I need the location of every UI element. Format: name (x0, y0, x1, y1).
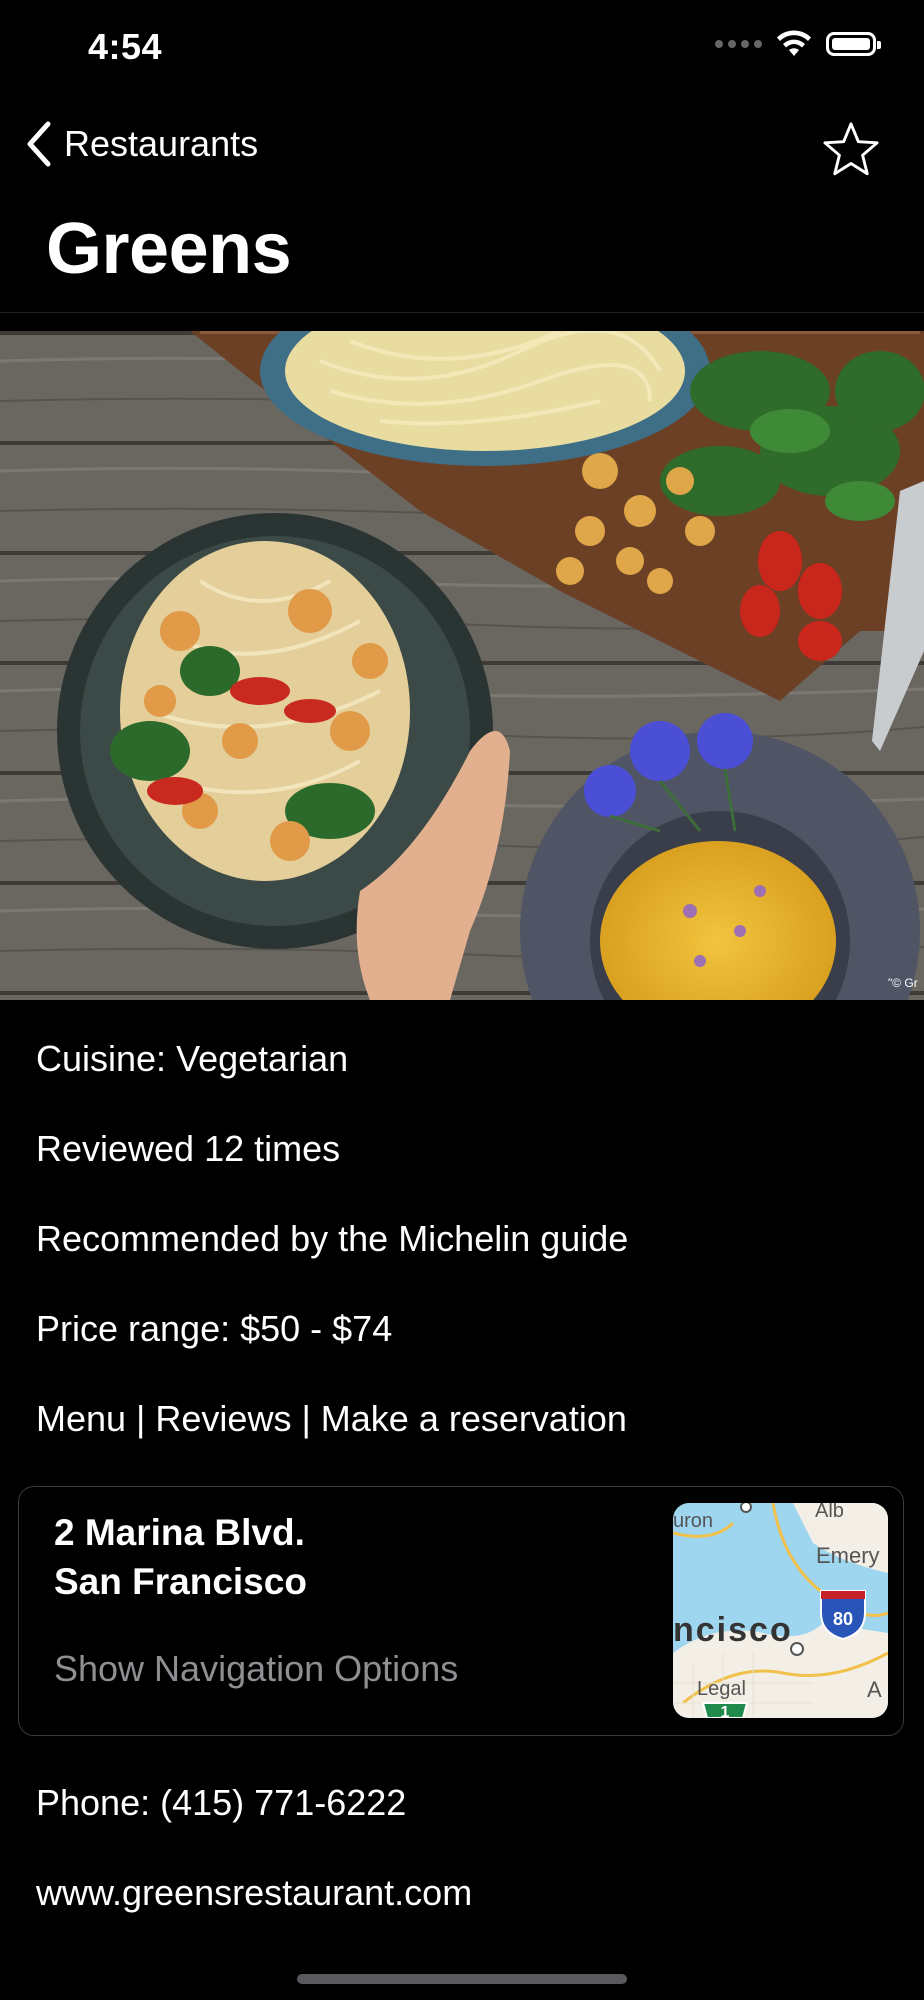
recommendation-text: Recommended by the Michelin guide (36, 1218, 629, 1259)
home-indicator[interactable] (297, 1974, 627, 1984)
back-button[interactable]: Restaurants (24, 120, 258, 168)
favorite-star-icon[interactable] (822, 120, 880, 178)
battery-icon (826, 32, 881, 56)
interstate-80-icon: 80 (820, 1590, 866, 1641)
price-range: Price range: $50 - $74 (36, 1308, 393, 1349)
page-title: Greens (46, 209, 292, 289)
show-navigation-options-button[interactable]: Show Navigation Options (54, 1648, 458, 1690)
address-line-2: San Francisco (54, 1561, 307, 1602)
cellular-signal-icon (715, 40, 762, 48)
map-thumbnail[interactable]: uron Alb Emery ncisco Legal A 80 1 (673, 1503, 888, 1718)
cuisine-label: Cuisine: Vegetarian (36, 1038, 349, 1079)
review-count: Reviewed 12 times (36, 1128, 341, 1169)
chevron-left-icon (27, 121, 51, 167)
photo-credit: "© Gr (888, 976, 918, 990)
restaurant-photo: "© Gr (0, 331, 924, 1000)
back-button-label: Restaurants (64, 123, 259, 164)
highway-1-label: 1 (721, 1704, 730, 1718)
wifi-icon (777, 30, 811, 56)
phone-number[interactable]: Phone: (415) 771-6222 (36, 1782, 406, 1824)
nav-divider (0, 312, 924, 313)
map-label-city: ncisco (673, 1611, 793, 1649)
highway-1-icon: 1 (701, 1702, 749, 1718)
map-label-top-right: Alb (815, 1503, 844, 1522)
highway-80-label: 80 (833, 1609, 853, 1629)
map-label-emery: Emery (816, 1543, 880, 1568)
status-time: 4:54 (88, 26, 163, 67)
map-legal-label: Legal (697, 1678, 746, 1700)
status-icons (715, 30, 881, 58)
website-link[interactable]: www.greensrestaurant.com (36, 1872, 472, 1914)
address-line-1: 2 Marina Blvd. (54, 1512, 305, 1553)
map-label-right: A (867, 1677, 882, 1702)
map-label-top-left: uron (673, 1510, 713, 1532)
restaurant-links[interactable]: Menu | Reviews | Make a reservation (36, 1398, 627, 1440)
